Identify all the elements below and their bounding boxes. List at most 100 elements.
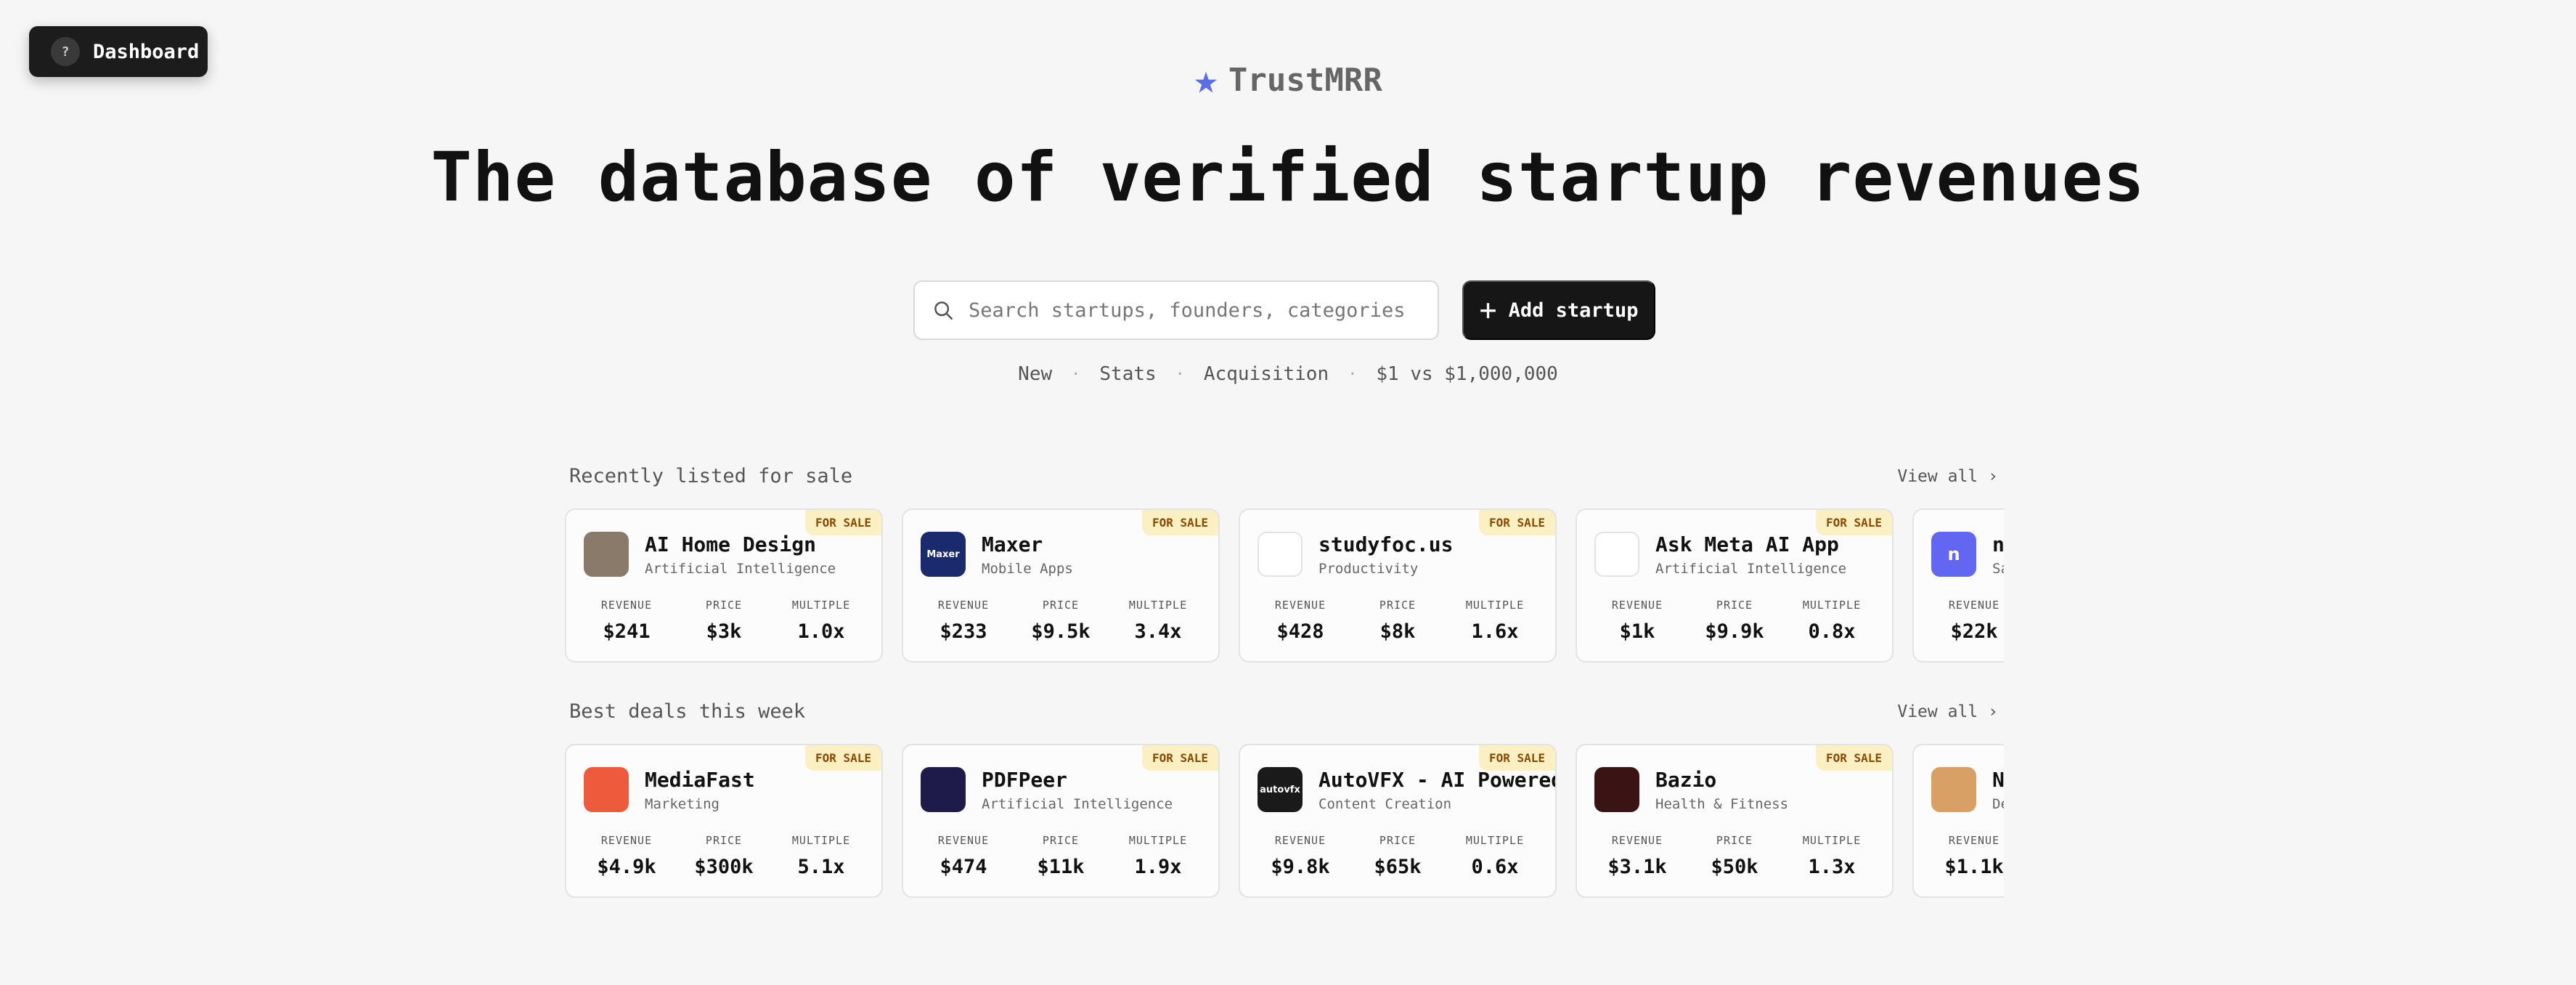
for-sale-badge: FOR SALE bbox=[804, 745, 881, 771]
startup-category: Marketing bbox=[645, 795, 720, 812]
brand-name: TrustMRR bbox=[1228, 61, 1382, 99]
nav-separator: · bbox=[1071, 365, 1081, 384]
nav-link-acquisition[interactable]: Acquisition bbox=[1204, 363, 1329, 385]
metric-multiple: MULTIPLE 3.4x bbox=[1110, 599, 1207, 643]
view-all-label: View all bbox=[1897, 702, 1978, 721]
metric-value: $241 bbox=[603, 620, 651, 643]
startup-card[interactable]: FOR SALE studyfoc.us Productivity REVENUE $4… bbox=[1239, 508, 1557, 662]
metric-label: MULTIPLE bbox=[1465, 599, 1525, 612]
cards-row-recent: FOR SALE AI Home Design Artificial Intelli… bbox=[565, 508, 2004, 662]
metric-value: $9.9k bbox=[1705, 620, 1764, 643]
brand[interactable]: ★ TrustMRR bbox=[0, 60, 2576, 100]
section-header-recent: Recently listed for sale View all › bbox=[569, 465, 1998, 487]
metric-revenue: REVENUE $22k bbox=[1926, 599, 2004, 643]
startup-card[interactable]: FOR SALE MediaFast Marketing REVENUE $4.9k PR… bbox=[565, 744, 883, 898]
metric-multiple: MULTIPLE 1.3x bbox=[1784, 834, 1880, 878]
metric-value: $1k bbox=[1619, 620, 1655, 643]
startup-card[interactable]: FOR SALE PDFPeer Artificial Intelligence RE… bbox=[902, 744, 1220, 898]
startup-card[interactable]: FOR SALE Ask Meta AI App Artificial Intell… bbox=[1576, 508, 1894, 662]
metric-value: 0.8x bbox=[1808, 620, 1856, 643]
metric-value: 1.9x bbox=[1134, 856, 1182, 878]
startup-name: Bazio bbox=[1655, 767, 1717, 792]
metric-label: MULTIPLE bbox=[1465, 834, 1525, 847]
startup-name: AI Home Design bbox=[645, 532, 817, 556]
nav-link-1-vs-1m[interactable]: $1 vs $1,000,000 bbox=[1376, 363, 1557, 385]
startup-logo bbox=[584, 532, 629, 577]
nav-separator: · bbox=[1348, 365, 1358, 384]
startup-card[interactable]: FOR SALE Bazio Health & Fitness REVENUE $3.1… bbox=[1576, 744, 1894, 898]
section-title: Recently listed for sale bbox=[569, 465, 853, 487]
metric-value: $50k bbox=[1711, 856, 1758, 878]
card-header: n n Sa bbox=[1914, 510, 2004, 577]
startup-name: studyfoc.us bbox=[1318, 532, 1454, 556]
metric-label: PRICE bbox=[1379, 834, 1417, 847]
star-icon: ★ bbox=[1194, 56, 1218, 103]
for-sale-badge: FOR SALE bbox=[1815, 745, 1892, 771]
startup-card[interactable]: FOR SALE Maxer Maxer Mobile Apps REVENUE $233… bbox=[902, 508, 1220, 662]
view-all-link[interactable]: View all › bbox=[1897, 702, 1998, 721]
card-metrics: REVENUE$1.1kPRICEMULTIPLE bbox=[1914, 812, 2004, 878]
metric-revenue: REVENUE $1.1k bbox=[1926, 834, 2004, 878]
metric-value: $300k bbox=[694, 856, 754, 878]
metric-revenue: REVENUE $4.9k bbox=[579, 834, 675, 878]
metric-revenue: REVENUE $9.8k bbox=[1252, 834, 1349, 878]
for-sale-badge: FOR SALE bbox=[804, 510, 881, 535]
metric-value: 1.0x bbox=[797, 620, 845, 643]
startup-logo bbox=[921, 767, 966, 812]
startup-card[interactable]: FOR SALE autovfx AutoVFX - AI Powered… Cont… bbox=[1239, 744, 1557, 898]
search-input[interactable] bbox=[969, 299, 1404, 322]
metric-multiple: MULTIPLE 0.6x bbox=[1447, 834, 1544, 878]
metric-label: REVENUE bbox=[937, 599, 990, 612]
startup-card[interactable]: nnSaREVENUE$22kPRICEMULTIPLE bbox=[1912, 508, 2004, 662]
metric-label: REVENUE bbox=[1274, 599, 1326, 612]
metric-label: REVENUE bbox=[1274, 834, 1326, 847]
startup-category: Productivity bbox=[1318, 560, 1419, 577]
view-all-link[interactable]: View all › bbox=[1897, 467, 1998, 486]
add-startup-button[interactable]: + Add startup bbox=[1462, 280, 1655, 340]
nav-link-new[interactable]: New bbox=[1018, 363, 1052, 385]
startup-card[interactable]: NDeREVENUE$1.1kPRICEMULTIPLE bbox=[1912, 744, 2004, 898]
startup-category: Sa bbox=[1992, 560, 2004, 577]
startup-logo: Maxer bbox=[921, 532, 966, 577]
nav-link-stats[interactable]: Stats bbox=[1099, 363, 1156, 385]
chevron-right-icon: › bbox=[1988, 702, 1998, 721]
metric-value: $4.9k bbox=[597, 856, 656, 878]
search-box[interactable] bbox=[913, 280, 1439, 340]
metric-multiple: MULTIPLE 0.8x bbox=[1784, 599, 1880, 643]
metric-price: PRICE $50k bbox=[1687, 834, 1783, 878]
metric-value: $3.1k bbox=[1607, 856, 1667, 878]
for-sale-badge: FOR SALE bbox=[1478, 510, 1555, 535]
startup-logo: n bbox=[1931, 532, 1976, 577]
metric-value: $8k bbox=[1379, 620, 1416, 643]
logo-text: autovfx bbox=[1260, 784, 1300, 795]
metric-label: REVENUE bbox=[600, 599, 653, 612]
metric-value: $11k bbox=[1037, 856, 1085, 878]
startup-name: Ask Meta AI App bbox=[1655, 532, 1839, 556]
startup-logo: autovfx bbox=[1258, 767, 1303, 812]
logo-text: n bbox=[1947, 544, 1960, 564]
startup-logo bbox=[584, 767, 629, 812]
startup-category: Health & Fitness bbox=[1655, 795, 1789, 812]
card-metrics: REVENUE $3.1k PRICE $50k MULTIPLE 1.3x bbox=[1577, 812, 1892, 878]
metric-multiple: MULTIPLE 1.6x bbox=[1447, 599, 1544, 643]
card-metrics: REVENUE $233 PRICE $9.5k MULTIPLE 3.4x bbox=[903, 577, 1218, 643]
startup-card[interactable]: FOR SALE AI Home Design Artificial Intelli… bbox=[565, 508, 883, 662]
cards-row-deals: FOR SALE MediaFast Marketing REVENUE $4.9k PR… bbox=[565, 744, 2004, 898]
metric-label: MULTIPLE bbox=[1802, 834, 1862, 847]
startup-logo bbox=[1258, 532, 1303, 577]
startup-name: AutoVFX - AI Powered… bbox=[1318, 767, 1557, 792]
metric-multiple: MULTIPLE 1.9x bbox=[1110, 834, 1207, 878]
for-sale-badge: FOR SALE bbox=[1141, 745, 1218, 771]
startup-name: n bbox=[1992, 532, 2004, 556]
search-row: + Add startup bbox=[913, 280, 1655, 340]
metric-price: PRICE $3k bbox=[676, 599, 773, 643]
metric-value: 1.6x bbox=[1471, 620, 1519, 643]
card-metrics: REVENUE $4.9k PRICE $300k MULTIPLE 5.1x bbox=[566, 812, 881, 878]
metric-label: REVENUE bbox=[937, 834, 990, 847]
metric-label: PRICE bbox=[705, 599, 743, 612]
metric-label: PRICE bbox=[1716, 599, 1753, 612]
metric-revenue: REVENUE $474 bbox=[916, 834, 1012, 878]
startup-category: Artificial Intelligence bbox=[1655, 560, 1847, 577]
startup-logo bbox=[1931, 767, 1976, 812]
metric-value: 0.6x bbox=[1471, 856, 1519, 878]
